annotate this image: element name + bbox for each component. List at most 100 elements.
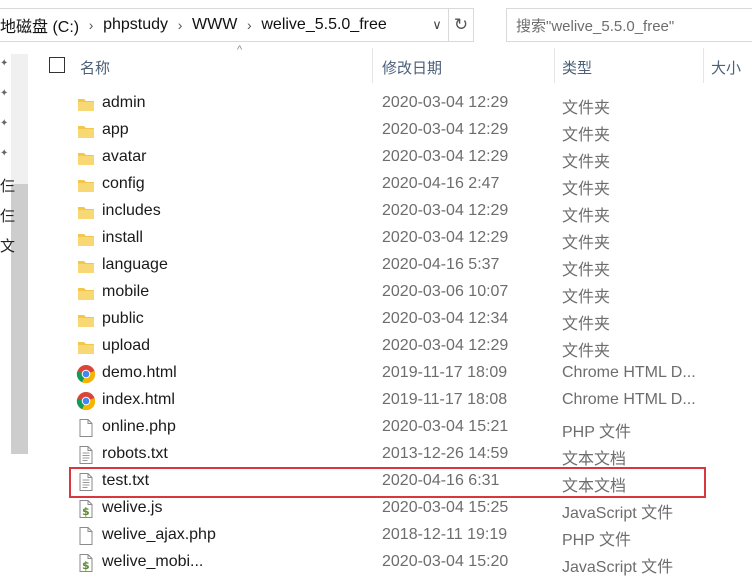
folder-icon <box>76 256 96 276</box>
file-type: 文件夹 <box>562 316 611 333</box>
file-type: PHP 文件 <box>562 424 632 441</box>
column-divider[interactable] <box>703 48 704 83</box>
file-name[interactable]: avatar <box>102 148 146 166</box>
refresh-icon[interactable]: ↻ <box>448 9 473 41</box>
file-name[interactable]: language <box>102 256 168 274</box>
file-modified-date: 2020-03-04 15:25 <box>382 499 509 516</box>
text-file-icon <box>76 472 96 492</box>
column-header-row: ^ 名称 修改日期 类型 大小 <box>30 44 752 83</box>
file-type: 文件夹 <box>562 262 611 279</box>
nav-item-label[interactable]: 仨 <box>0 205 15 226</box>
file-row[interactable]: public 2020-03-04 12:34 文件夹 <box>40 306 752 333</box>
nav-item-label[interactable]: 文 <box>0 235 15 256</box>
pin-icon: ✦ <box>0 148 9 159</box>
folder-icon <box>76 337 96 357</box>
column-header-size[interactable]: 大小 <box>711 57 741 78</box>
file-row[interactable]: index.html 2019-11-17 18:08 Chrome HTML D.… <box>40 387 752 414</box>
file-icon <box>76 526 96 546</box>
file-row[interactable]: $ welive.js 2020-03-04 15:25 JavaScript 文件 <box>40 495 752 522</box>
file-type: 文件夹 <box>562 100 611 117</box>
folder-icon <box>76 283 96 303</box>
script-icon: $ <box>76 499 96 519</box>
file-name[interactable]: mobile <box>102 283 149 301</box>
file-row[interactable]: demo.html 2019-11-17 18:09 Chrome HTML D..… <box>40 360 752 387</box>
column-header-type[interactable]: 类型 <box>562 57 592 78</box>
file-name[interactable]: demo.html <box>102 364 177 382</box>
address-bar[interactable]: 地磁盘 (C:) › phpstudy › WWW › welive_5.5.0… <box>0 8 474 42</box>
chevron-right-icon[interactable]: › <box>79 17 103 33</box>
chrome-icon <box>76 391 96 411</box>
chevron-down-icon[interactable]: ∨ <box>426 9 448 41</box>
breadcrumb: 地磁盘 (C:) › phpstudy › WWW › welive_5.5.0… <box>0 13 426 37</box>
file-type: 文件夹 <box>562 181 611 198</box>
breadcrumb-current-folder[interactable]: welive_5.5.0_free <box>261 16 386 34</box>
column-header-name[interactable]: 名称 <box>80 57 110 78</box>
file-type: Chrome HTML D... <box>562 391 696 408</box>
file-modified-date: 2020-04-16 2:47 <box>382 175 500 192</box>
file-name[interactable]: test.txt <box>102 472 149 490</box>
file-name[interactable]: config <box>102 175 145 193</box>
file-row[interactable]: app 2020-03-04 12:29 文件夹 <box>40 117 752 144</box>
file-name[interactable]: welive_ajax.php <box>102 526 216 544</box>
file-name[interactable]: public <box>102 310 144 328</box>
column-header-date[interactable]: 修改日期 <box>382 57 442 78</box>
search-input[interactable]: 搜索"welive_5.5.0_free" <box>506 8 752 42</box>
file-row[interactable]: admin 2020-03-04 12:29 文件夹 <box>40 90 752 117</box>
file-row[interactable]: includes 2020-03-04 12:29 文件夹 <box>40 198 752 225</box>
file-name[interactable]: admin <box>102 94 146 112</box>
file-modified-date: 2020-03-06 10:07 <box>382 283 509 300</box>
file-name[interactable]: install <box>102 229 143 247</box>
file-name[interactable]: includes <box>102 202 161 220</box>
file-row[interactable]: config 2020-04-16 2:47 文件夹 <box>40 171 752 198</box>
file-row[interactable]: mobile 2020-03-06 10:07 文件夹 <box>40 279 752 306</box>
column-divider[interactable] <box>372 48 373 83</box>
breadcrumb-drive[interactable]: 地磁盘 (C:) <box>0 13 79 37</box>
file-name[interactable]: app <box>102 121 129 139</box>
file-modified-date: 2020-03-04 12:29 <box>382 121 509 138</box>
file-type: JavaScript 文件 <box>562 505 674 522</box>
svg-text:$: $ <box>82 505 90 518</box>
file-name[interactable]: welive.js <box>102 499 162 517</box>
file-row[interactable]: language 2020-04-16 5:37 文件夹 <box>40 252 752 279</box>
column-divider[interactable] <box>554 48 555 83</box>
file-row[interactable]: robots.txt 2013-12-26 14:59 文本文档 <box>40 441 752 468</box>
file-row[interactable]: $ welive_mobi... 2020-03-04 15:20 JavaScrip… <box>40 549 752 576</box>
pin-icon: ✦ <box>0 88 9 99</box>
file-row[interactable]: online.php 2020-03-04 15:21 PHP 文件 <box>40 414 752 441</box>
file-name[interactable]: welive_mobi... <box>102 553 203 571</box>
breadcrumb-www[interactable]: WWW <box>192 16 237 34</box>
file-type: 文件夹 <box>562 235 611 252</box>
folder-icon <box>76 310 96 330</box>
file-modified-date: 2020-04-16 5:37 <box>382 256 500 273</box>
breadcrumb-phpstudy[interactable]: phpstudy <box>103 16 168 34</box>
nav-item-label[interactable]: 仨 <box>0 175 15 196</box>
file-modified-date: 2020-03-04 15:20 <box>382 553 509 570</box>
file-name[interactable]: robots.txt <box>102 445 168 463</box>
file-row[interactable]: welive_ajax.php 2018-12-11 19:19 PHP 文件 <box>40 522 752 549</box>
folder-icon <box>76 229 96 249</box>
text-file-icon <box>76 445 96 465</box>
file-row[interactable]: avatar 2020-03-04 12:29 文件夹 <box>40 144 752 171</box>
file-type: 文件夹 <box>562 208 611 225</box>
folder-icon <box>76 202 96 222</box>
file-row[interactable]: test.txt 2020-04-16 6:31 文本文档 <box>40 468 752 495</box>
file-row[interactable]: install 2020-03-04 12:29 文件夹 <box>40 225 752 252</box>
file-row[interactable]: upload 2020-03-04 12:29 文件夹 <box>40 333 752 360</box>
chevron-right-icon[interactable]: › <box>168 17 192 33</box>
file-type: 文件夹 <box>562 343 611 360</box>
folder-icon <box>76 148 96 168</box>
script-icon: $ <box>76 553 96 573</box>
select-all-checkbox[interactable] <box>49 57 65 73</box>
folder-icon <box>76 175 96 195</box>
file-modified-date: 2019-11-17 18:09 <box>382 364 508 381</box>
chevron-right-icon[interactable]: › <box>237 17 261 33</box>
pin-icon: ✦ <box>0 58 9 69</box>
file-type: Chrome HTML D... <box>562 364 696 381</box>
file-modified-date: 2020-03-04 12:29 <box>382 148 509 165</box>
file-modified-date: 2020-03-04 12:29 <box>382 202 509 219</box>
file-name[interactable]: upload <box>102 337 150 355</box>
file-modified-date: 2020-03-04 12:29 <box>382 337 509 354</box>
file-name[interactable]: index.html <box>102 391 175 409</box>
file-modified-date: 2020-03-04 12:29 <box>382 94 509 111</box>
file-name[interactable]: online.php <box>102 418 176 436</box>
